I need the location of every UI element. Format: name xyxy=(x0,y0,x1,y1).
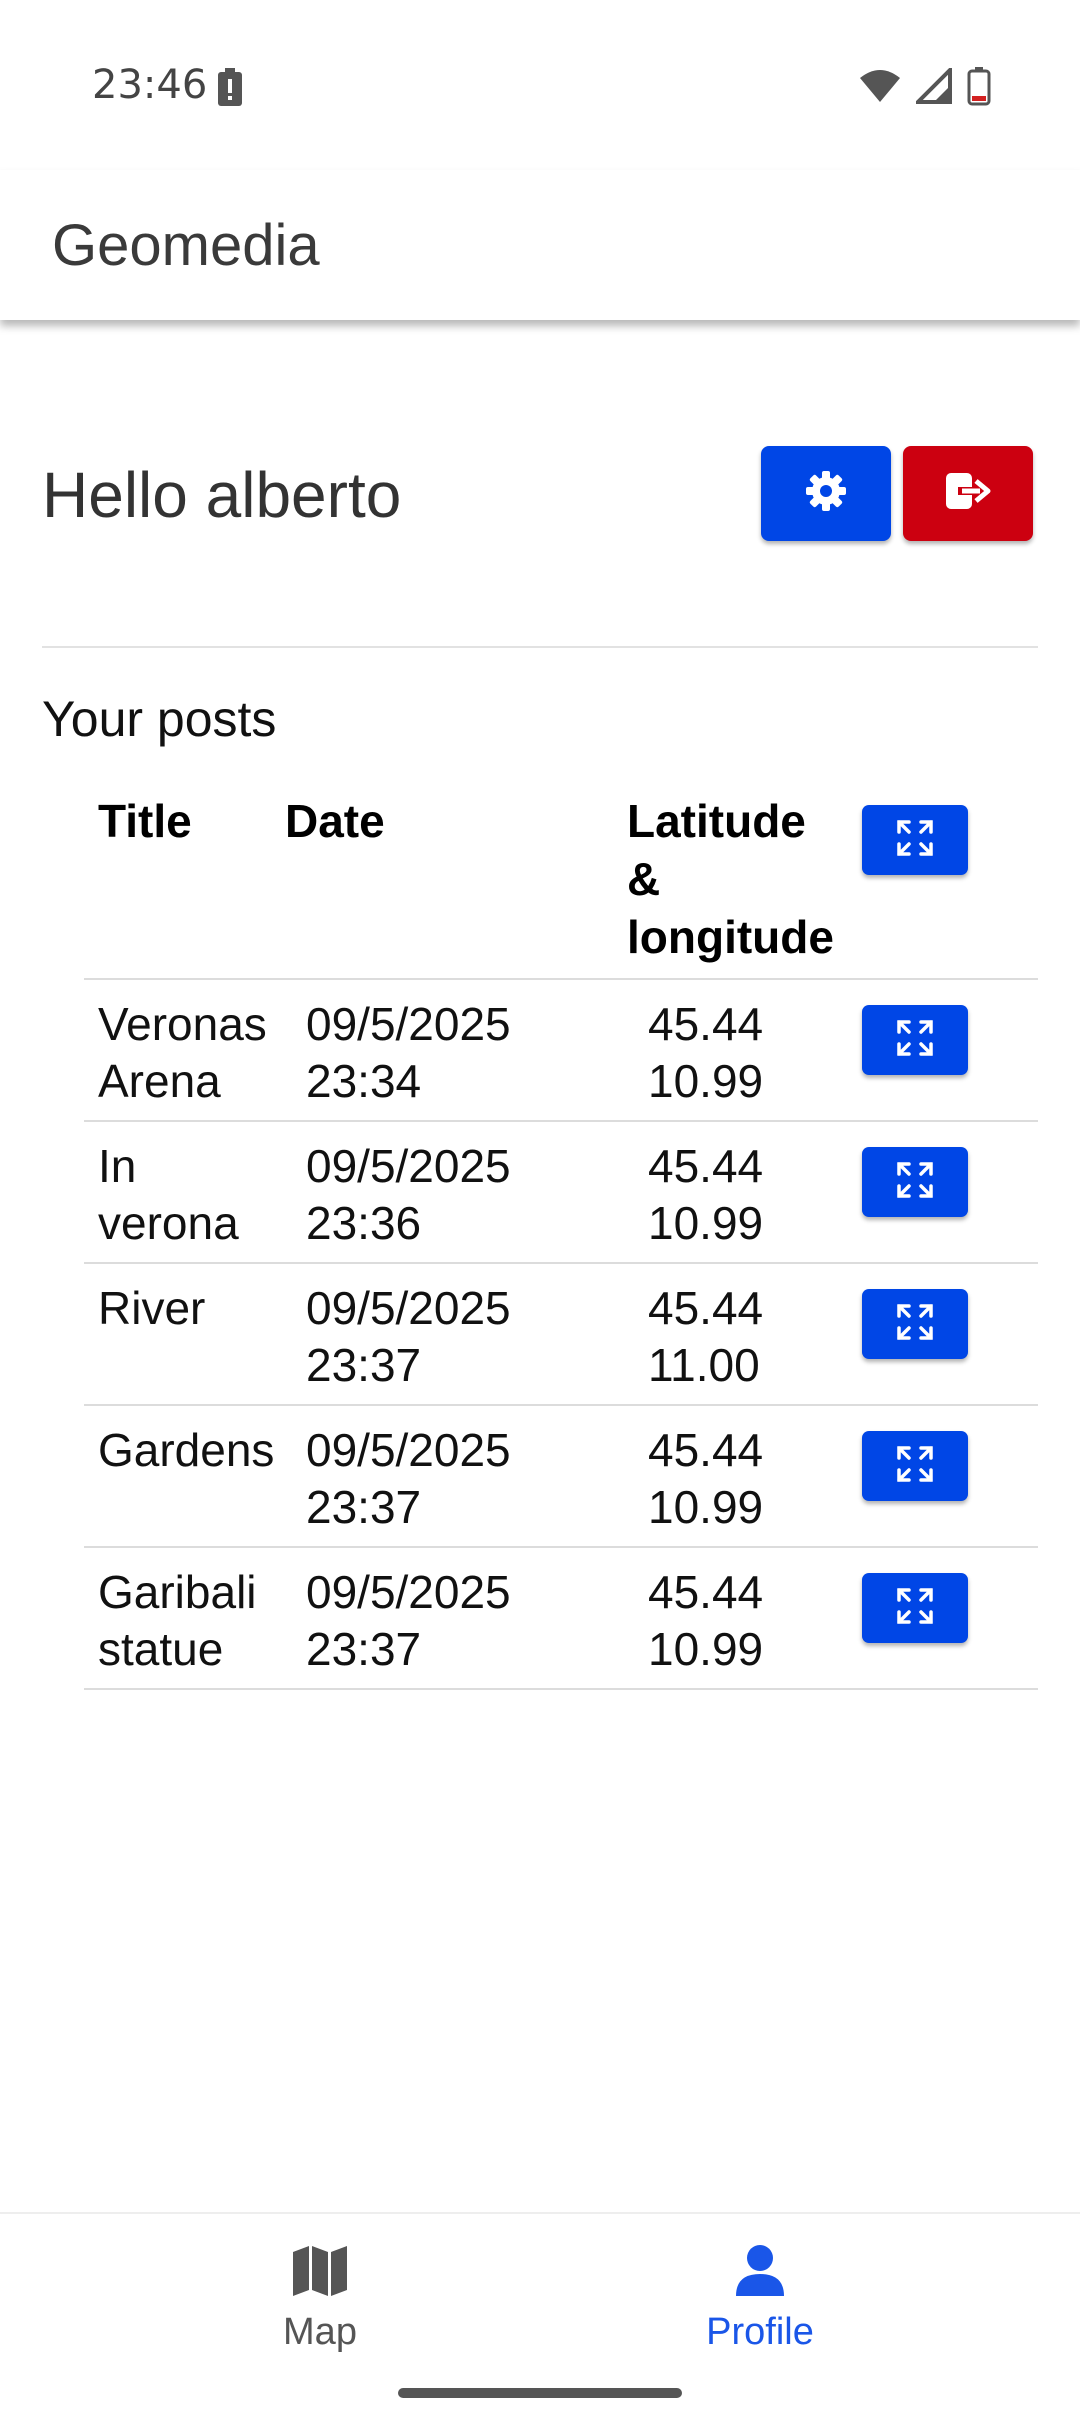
table-row: River 09/5/2025 23:37 45.44 11.00 xyxy=(84,1262,1038,1406)
post-date-time: 23:36 xyxy=(306,1197,422,1249)
post-date-day: 09/5/2025 xyxy=(306,998,511,1050)
post-title: Garibali statue xyxy=(98,1566,257,1675)
wifi-icon xyxy=(858,68,902,108)
post-date: 09/5/2025 23:34 xyxy=(306,996,566,1110)
expand-all-button[interactable] xyxy=(862,805,968,875)
expand-icon xyxy=(895,818,935,863)
battery-alert-icon xyxy=(216,68,244,112)
post-lat: 45.44 xyxy=(648,1424,764,1476)
post-latlng: 45.44 10.99 xyxy=(648,1138,788,1252)
post-date-day: 09/5/2025 xyxy=(306,1424,511,1476)
expand-post-button[interactable] xyxy=(862,1005,968,1075)
divider xyxy=(42,646,1038,648)
gear-icon xyxy=(804,469,848,518)
post-lng: 10.99 xyxy=(648,1197,764,1249)
nav-label-map: Map xyxy=(283,2311,357,2353)
nav-item-map[interactable]: Map xyxy=(170,2244,470,2354)
expand-icon xyxy=(895,1160,935,1205)
post-latlng: 45.44 10.99 xyxy=(648,996,788,1110)
post-lat: 45.44 xyxy=(648,1566,764,1618)
signal-icon xyxy=(913,65,952,108)
post-lng: 10.99 xyxy=(648,1055,764,1107)
settings-button[interactable] xyxy=(761,446,891,541)
map-icon xyxy=(291,2246,349,2302)
post-date-time: 23:34 xyxy=(306,1055,422,1107)
table-bottom-divider xyxy=(84,1688,1038,1690)
post-latlng: 45.44 10.99 xyxy=(648,1564,788,1678)
home-indicator[interactable] xyxy=(398,2388,682,2398)
app-bar: Geomedia xyxy=(0,170,1080,320)
post-lng: 10.99 xyxy=(648,1481,764,1533)
post-date-time: 23:37 xyxy=(306,1339,422,1391)
post-date: 09/5/2025 23:37 xyxy=(306,1422,566,1536)
header-latlng-line1: Latitude xyxy=(627,795,806,847)
expand-icon xyxy=(895,1302,935,1347)
expand-post-button[interactable] xyxy=(862,1573,968,1643)
table-row: Gardens 09/5/2025 23:37 45.44 10.99 xyxy=(84,1404,1038,1548)
post-title: Veronas Arena xyxy=(98,998,267,1107)
post-date-time: 23:37 xyxy=(306,1623,422,1675)
post-date: 09/5/2025 23:37 xyxy=(306,1280,566,1394)
table-row: In verona 09/5/2025 23:36 45.44 10.99 xyxy=(84,1120,1038,1264)
posts-title: Your posts xyxy=(42,691,277,747)
post-latlng: 45.44 11.00 xyxy=(648,1280,788,1394)
post-date-time: 23:37 xyxy=(306,1481,422,1533)
header-latlng-line2: & xyxy=(627,853,661,905)
status-bar: 23:46 xyxy=(0,0,1080,170)
post-lng: 10.99 xyxy=(648,1623,764,1675)
post-date-day: 09/5/2025 xyxy=(306,1140,511,1192)
post-title: In verona xyxy=(98,1140,239,1249)
post-lat: 45.44 xyxy=(648,1282,764,1334)
app-title: Geomedia xyxy=(52,213,320,278)
post-lat: 45.44 xyxy=(648,1140,764,1192)
post-date: 09/5/2025 23:37 xyxy=(306,1564,566,1678)
post-latlng: 45.44 10.99 xyxy=(648,1422,788,1536)
post-date-day: 09/5/2025 xyxy=(306,1566,511,1618)
post-date: 09/5/2025 23:36 xyxy=(306,1138,566,1252)
post-date-day: 09/5/2025 xyxy=(306,1282,511,1334)
status-time: 23:46 xyxy=(92,62,208,108)
post-lng: 11.00 xyxy=(648,1339,760,1391)
header-title: Title xyxy=(98,795,192,847)
expand-post-button[interactable] xyxy=(862,1431,968,1501)
post-lat: 45.44 xyxy=(648,998,764,1050)
logout-button[interactable] xyxy=(903,446,1033,541)
header-date: Date xyxy=(285,795,385,847)
post-title: River xyxy=(98,1282,206,1334)
greeting: Hello alberto xyxy=(42,459,402,531)
header-latlng-line3: longitude xyxy=(627,911,834,963)
logout-icon xyxy=(944,471,992,516)
nav-label-profile: Profile xyxy=(706,2311,814,2353)
expand-post-button[interactable] xyxy=(862,1147,968,1217)
header-latlng: Latitude & longitude xyxy=(627,792,834,966)
table-row: Veronas Arena 09/5/2025 23:34 45.44 10.99 xyxy=(84,978,1038,1122)
post-title: Gardens xyxy=(98,1424,275,1476)
expand-post-button[interactable] xyxy=(862,1289,968,1359)
expand-icon xyxy=(895,1444,935,1489)
table-row: Garibali statue 09/5/2025 23:37 45.44 10.9… xyxy=(84,1546,1038,1690)
battery-icon xyxy=(966,66,992,110)
nav-item-profile[interactable]: Profile xyxy=(610,2244,910,2354)
person-icon xyxy=(734,2245,786,2302)
expand-icon xyxy=(895,1586,935,1631)
expand-icon xyxy=(895,1018,935,1063)
